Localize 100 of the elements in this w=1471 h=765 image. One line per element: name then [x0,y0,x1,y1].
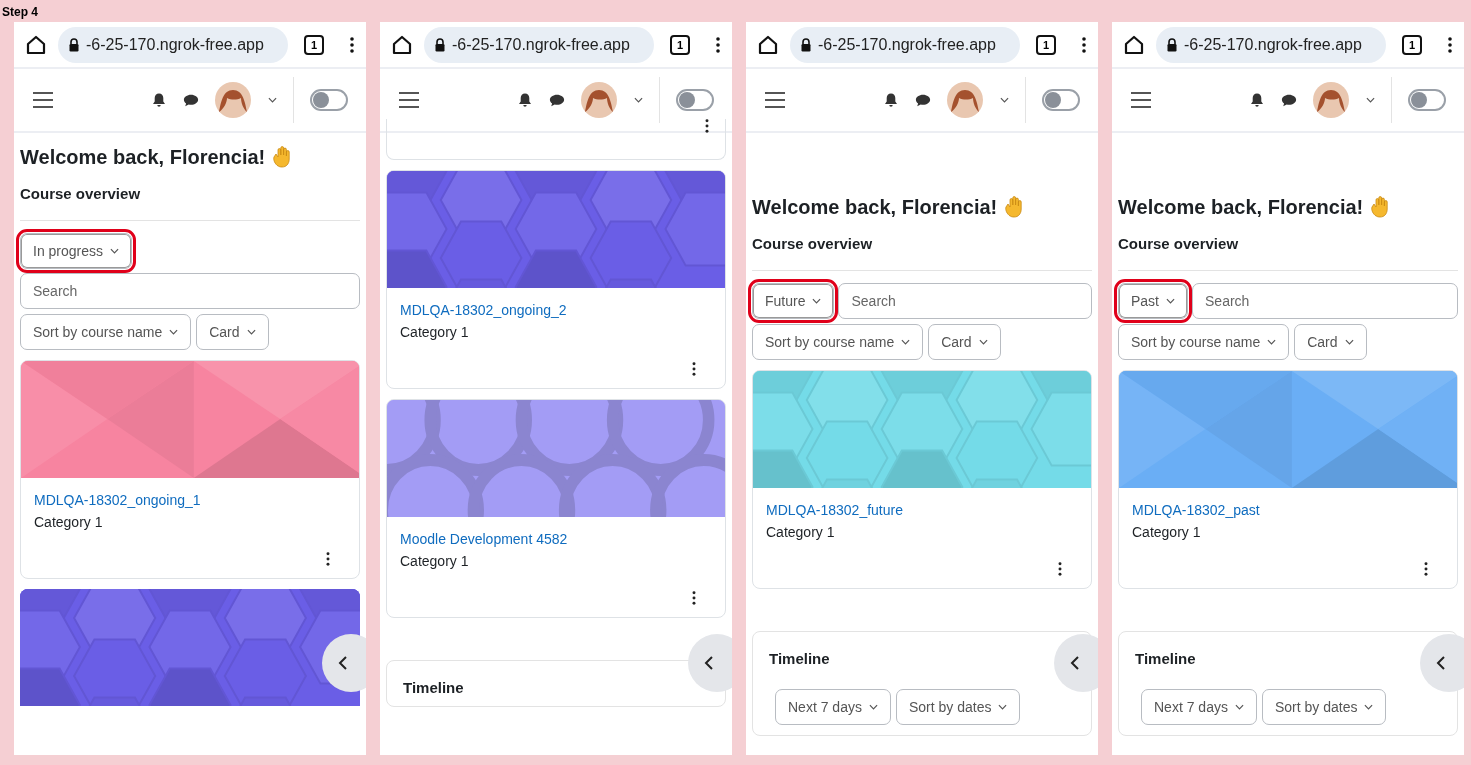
caret-icon [1344,339,1354,345]
tab-count-button[interactable]: 1 [1036,34,1056,55]
section-title: Course overview [20,184,142,204]
menu-icon[interactable] [1082,36,1086,53]
caret-icon [978,339,988,345]
address-bar[interactable]: -6-25-170.ngrok-free.app [58,26,288,63]
lock-icon [1166,37,1178,52]
bell-icon[interactable] [1249,92,1265,108]
step-caption: Step 4 [1,4,39,21]
welcome-heading: Welcome back, Florencia! [752,195,998,219]
more-options-icon[interactable] [692,591,696,605]
caret-icon [1267,339,1277,345]
menu-icon[interactable] [350,36,354,53]
timeline-dropdown[interactable]: Sort by dates [1261,689,1387,725]
caret-icon [812,298,822,304]
chat-icon[interactable] [549,92,565,108]
chat-icon[interactable] [915,92,931,108]
toggle-switch[interactable] [310,89,348,111]
view-dropdown[interactable]: Card [196,314,269,350]
course-category: Category 1 [400,553,470,569]
timeline-dropdown[interactable]: Next 7 days [1141,689,1257,725]
menu-icon[interactable] [716,36,720,53]
user-avatar[interactable] [1313,82,1349,118]
url-text: -6-25-170.ngrok-free.app [1184,35,1362,54]
menu-icon[interactable] [398,92,420,108]
tab-count-button[interactable]: 1 [304,34,324,55]
lock-icon [800,37,812,52]
url-text: -6-25-170.ngrok-free.app [452,35,630,54]
section-title: Timeline [1135,650,1197,667]
caret-icon [1000,97,1009,103]
address-bar[interactable]: -6-25-170.ngrok-free.app [424,26,654,63]
lock-icon [68,37,80,52]
caret-icon [1366,97,1375,103]
toggle-switch[interactable] [676,89,714,111]
more-options-icon[interactable] [692,362,696,376]
chevron-left-icon [338,655,348,671]
course-category: Category 1 [400,324,470,340]
more-options-icon[interactable] [326,552,330,566]
course-link[interactable]: MDLQA-18302_future [766,502,1078,518]
address-bar[interactable]: -6-25-170.ngrok-free.app [790,26,1020,63]
welcome-heading: Welcome back, Florencia! [20,145,266,169]
timeline-dropdown[interactable]: Next 7 days [775,689,891,725]
chevron-left-icon [1436,655,1446,671]
toggle-switch[interactable] [1042,89,1080,111]
search-field[interactable]: Search [1192,283,1458,319]
caret-icon [998,704,1008,710]
chevron-left-icon [704,655,714,671]
user-avatar[interactable] [947,82,983,118]
caret-icon [169,329,179,335]
drawer-toggle-button[interactable] [1054,634,1098,692]
more-options-icon[interactable] [1058,562,1062,576]
view-dropdown[interactable]: Card [928,324,1001,360]
user-avatar[interactable] [581,82,617,118]
course-category: Category 1 [766,524,836,540]
caret-icon [246,329,256,335]
tab-count-button[interactable]: 1 [670,34,690,55]
caret-icon [901,339,911,345]
url-text: -6-25-170.ngrok-free.app [818,35,996,54]
bell-icon[interactable] [883,92,899,108]
tab-count-button[interactable]: 1 [1402,34,1422,55]
chat-icon[interactable] [1281,92,1297,108]
course-link[interactable]: MDLQA-18302_ongoing_1 [34,492,346,508]
sort-dropdown[interactable]: Sort by course name [1118,324,1290,360]
course-category: Category 1 [1132,524,1202,540]
user-avatar[interactable] [215,82,251,118]
sort-dropdown[interactable]: Sort by course name [752,324,924,360]
url-text: -6-25-170.ngrok-free.app [86,35,264,54]
caret-icon [110,248,120,254]
more-options-icon[interactable] [705,119,709,133]
caret-icon [1234,704,1244,710]
bell-icon[interactable] [151,92,167,108]
toggle-switch[interactable] [1408,89,1446,111]
menu-icon[interactable] [32,92,54,108]
view-dropdown[interactable]: Card [1294,324,1367,360]
caret-icon [268,97,277,103]
caret-icon [1364,704,1374,710]
more-options-icon[interactable] [1424,562,1428,576]
caret-icon [868,704,878,710]
caret-icon [1166,298,1175,304]
section-title: Timeline [403,679,465,696]
menu-icon[interactable] [1448,36,1452,53]
course-link[interactable]: Moodle Development 4582 [400,531,712,547]
course-link[interactable]: MDLQA-18302_ongoing_2 [400,302,712,318]
sort-dropdown[interactable]: Sort by course name [20,314,192,350]
timeline-dropdown[interactable]: Sort by dates [895,689,1021,725]
lock-icon [434,37,446,52]
menu-icon[interactable] [764,92,786,108]
search-field[interactable]: Search [20,273,360,309]
section-title: Course overview [1118,234,1240,254]
drawer-toggle-button[interactable] [1420,634,1464,692]
course-category: Category 1 [34,514,104,530]
bell-icon[interactable] [517,92,533,108]
chat-icon[interactable] [183,92,199,108]
course-link[interactable]: MDLQA-18302_past [1132,502,1444,518]
search-field[interactable]: Search [838,283,1092,319]
menu-icon[interactable] [1130,92,1152,108]
section-title: Timeline [769,650,831,667]
drawer-toggle-button[interactable] [688,634,732,692]
section-title: Course overview [752,234,874,254]
address-bar[interactable]: -6-25-170.ngrok-free.app [1156,26,1386,63]
